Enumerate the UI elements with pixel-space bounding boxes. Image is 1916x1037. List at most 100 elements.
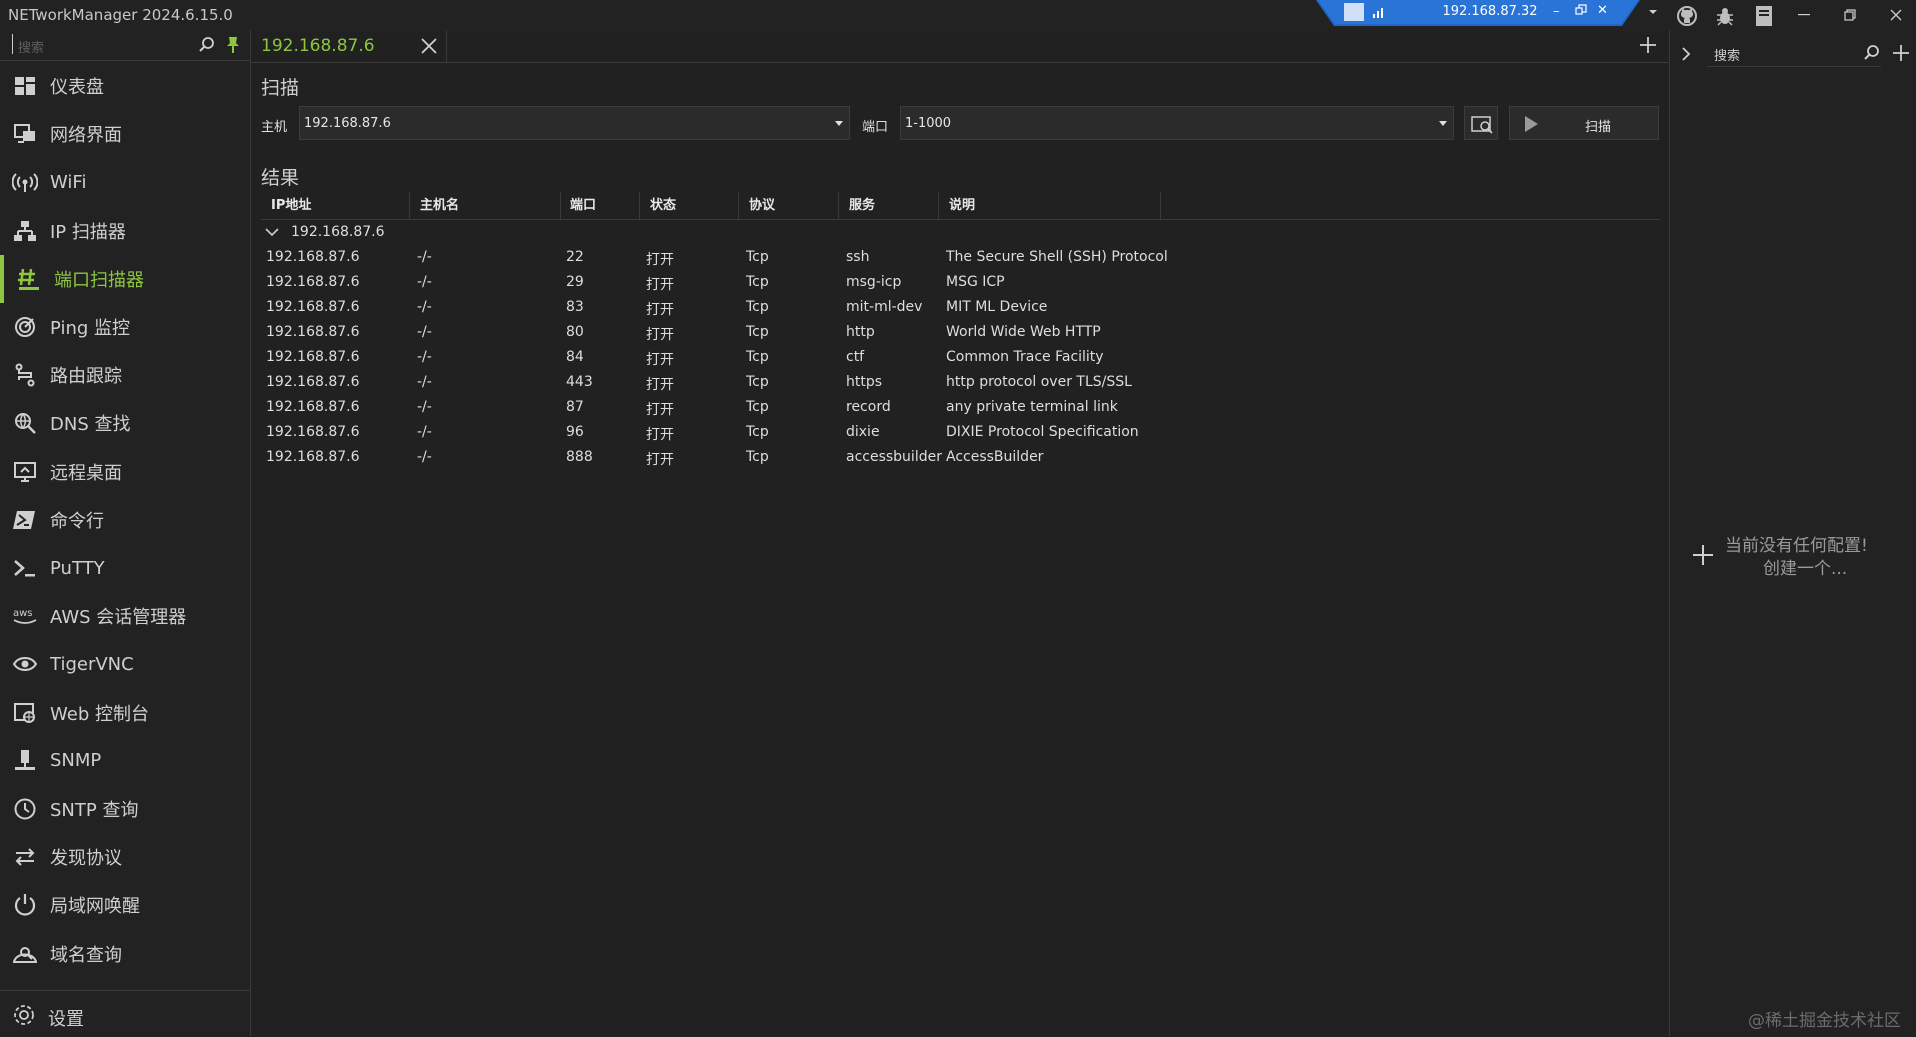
sidebar-item-14[interactable]: SNMP bbox=[0, 737, 250, 785]
sidebar-item-label: AWS 会话管理器 bbox=[50, 607, 187, 629]
service-cell: msg-icp bbox=[846, 274, 902, 290]
remote-restore-icon[interactable] bbox=[1575, 4, 1587, 16]
description-cell: MSG ICP bbox=[946, 274, 1005, 290]
host-value[interactable]: 192.168.87.6 bbox=[304, 116, 391, 131]
chevron-down-icon[interactable] bbox=[835, 121, 843, 126]
port-cell: 29 bbox=[566, 274, 584, 290]
port-value[interactable]: 1-1000 bbox=[905, 116, 951, 131]
chevron-down-icon[interactable] bbox=[1648, 9, 1658, 15]
web-console-icon bbox=[11, 699, 39, 727]
table-row[interactable]: 192.168.87.6 -/- 29 打开 Tcp msg-icp MSG ICP bbox=[261, 271, 1261, 296]
sidebar-item-5[interactable]: Ping 监控 bbox=[0, 303, 250, 351]
status-cell: 打开 bbox=[646, 427, 674, 443]
profile-search-input[interactable]: 搜索 bbox=[1714, 45, 1740, 64]
ip-cell: 192.168.87.6 bbox=[266, 274, 360, 290]
bug-icon[interactable] bbox=[1712, 4, 1738, 28]
col-protocol[interactable]: 协议 bbox=[739, 192, 839, 220]
swap-arrows-icon bbox=[11, 843, 39, 871]
sidebar-item-label: 命令行 bbox=[50, 510, 104, 532]
pin-icon[interactable] bbox=[226, 36, 240, 54]
table-row[interactable]: 192.168.87.6 -/- 96 打开 Tcp dixie DIXIE Protoco… bbox=[261, 421, 1261, 446]
result-group-header[interactable]: 192.168.87.6 bbox=[291, 224, 385, 240]
app-title: NETworkManager 2024.6.15.0 bbox=[8, 6, 233, 24]
add-tab-icon[interactable] bbox=[1638, 35, 1660, 57]
remote-close-icon[interactable]: ✕ bbox=[1597, 3, 1608, 18]
sidebar-item-17[interactable]: 局域网唤醒 bbox=[0, 881, 250, 929]
protocol-cell: Tcp bbox=[746, 399, 769, 415]
svg-text:aws: aws bbox=[13, 608, 33, 619]
sidebar-item-15[interactable]: SNTP 查询 bbox=[0, 785, 250, 833]
tab-label[interactable]: 192.168.87.6 bbox=[261, 36, 375, 56]
search-icon[interactable] bbox=[198, 36, 216, 54]
chevron-down-icon[interactable] bbox=[1439, 121, 1447, 126]
sidebar-item-18[interactable]: 域名查询 bbox=[0, 930, 250, 978]
sidebar-item-11[interactable]: aws AWS 会话管理器 bbox=[0, 592, 250, 640]
table-row[interactable]: 192.168.87.6 -/- 87 打开 Tcp record any private … bbox=[261, 396, 1261, 421]
sidebar-item-12[interactable]: TigerVNC bbox=[0, 640, 250, 688]
host-combobox[interactable]: 192.168.87.6 bbox=[299, 106, 850, 140]
sidebar-item-13[interactable]: Web 控制台 bbox=[0, 689, 250, 737]
sidebar-item-7[interactable]: DNS 查找 bbox=[0, 399, 250, 447]
chevron-down-icon[interactable] bbox=[265, 227, 279, 237]
restore-button[interactable] bbox=[1827, 0, 1873, 30]
col-ip[interactable]: IP地址 bbox=[261, 192, 410, 220]
sidebar-item-4[interactable]: 端口扫描器 bbox=[0, 254, 250, 303]
description-cell: DIXIE Protocol Specification bbox=[946, 424, 1139, 440]
hostname-cell: -/- bbox=[417, 424, 432, 440]
github-icon[interactable] bbox=[1674, 4, 1700, 28]
hostname-cell: -/- bbox=[417, 399, 432, 415]
table-row[interactable]: 192.168.87.6 -/- 888 打开 Tcp accessbuilder Acce… bbox=[261, 446, 1261, 471]
sidebar-item-label: 局域网唤醒 bbox=[50, 896, 140, 918]
chevron-right-icon[interactable] bbox=[1681, 46, 1691, 62]
sidebar-item-6[interactable]: 路由跟踪 bbox=[0, 351, 250, 399]
close-icon[interactable] bbox=[419, 36, 439, 56]
create-profile-link[interactable]: 创建一个... bbox=[1763, 554, 1847, 579]
add-icon[interactable] bbox=[1692, 544, 1714, 566]
add-profile-icon[interactable] bbox=[1892, 44, 1910, 62]
col-port[interactable]: 端口 bbox=[561, 192, 640, 220]
col-description[interactable]: 说明 bbox=[939, 192, 1161, 220]
empty-profiles-message[interactable]: 当前没有任何配置! bbox=[1725, 531, 1868, 556]
scan-button[interactable]: 扫描 bbox=[1509, 106, 1659, 140]
port-cell: 84 bbox=[566, 349, 584, 365]
clock-icon bbox=[11, 795, 39, 823]
sidebar-item-2[interactable]: WiFi bbox=[0, 158, 250, 206]
hostname-cell: -/- bbox=[417, 374, 432, 390]
sidebar-item-0[interactable]: 仪表盘 bbox=[0, 62, 250, 110]
service-cell: mit-ml-dev bbox=[846, 299, 923, 315]
table-row[interactable]: 192.168.87.6 -/- 84 打开 Tcp ctf Common Trace Fa… bbox=[261, 346, 1261, 371]
gear-icon[interactable] bbox=[11, 1002, 37, 1028]
minimize-button[interactable] bbox=[1781, 0, 1827, 30]
sidebar-item-3[interactable]: IP 扫描器 bbox=[0, 207, 250, 255]
col-hostname[interactable]: 主机名 bbox=[410, 192, 561, 220]
close-button[interactable] bbox=[1873, 0, 1916, 30]
pin-icon[interactable] bbox=[1344, 3, 1364, 21]
remote-minimize-icon[interactable]: – bbox=[1553, 4, 1560, 19]
table-row[interactable]: 192.168.87.6 -/- 83 打开 Tcp mit-ml-dev MIT ML D… bbox=[261, 296, 1261, 321]
description-cell: MIT ML Device bbox=[946, 299, 1048, 315]
port-profiles-button[interactable] bbox=[1464, 106, 1498, 140]
sidebar-item-16[interactable]: 发现协议 bbox=[0, 833, 250, 881]
service-cell: dixie bbox=[846, 424, 880, 440]
col-service[interactable]: 服务 bbox=[839, 192, 939, 220]
text-caret bbox=[12, 34, 13, 54]
settings-label[interactable]: 设置 bbox=[48, 1005, 84, 1031]
table-row[interactable]: 192.168.87.6 -/- 22 打开 Tcp ssh The Secure Shel… bbox=[261, 246, 1261, 271]
wifi-icon bbox=[11, 168, 39, 196]
sidebar-item-9[interactable]: 命令行 bbox=[0, 496, 250, 544]
sidebar-item-1[interactable]: 网络界面 bbox=[0, 110, 250, 158]
port-cell: 83 bbox=[566, 299, 584, 315]
sidebar-item-10[interactable]: PuTTY bbox=[0, 544, 250, 592]
port-combobox[interactable]: 1-1000 bbox=[900, 106, 1454, 140]
col-status[interactable]: 状态 bbox=[640, 192, 739, 220]
table-row[interactable]: 192.168.87.6 -/- 443 打开 Tcp https http protoco… bbox=[261, 371, 1261, 396]
sidebar-item-label: 发现协议 bbox=[50, 848, 122, 870]
port-cell: 22 bbox=[566, 249, 584, 265]
service-cell: ctf bbox=[846, 349, 865, 365]
search-icon[interactable] bbox=[1863, 44, 1881, 62]
sidebar-item-8[interactable]: 远程桌面 bbox=[0, 448, 250, 496]
document-icon[interactable] bbox=[1751, 4, 1777, 28]
table-row[interactable]: 192.168.87.6 -/- 80 打开 Tcp http World Wide Web… bbox=[261, 321, 1261, 346]
sidebar-search-input[interactable]: 搜索 bbox=[18, 37, 44, 56]
tab-strip bbox=[251, 30, 1669, 63]
